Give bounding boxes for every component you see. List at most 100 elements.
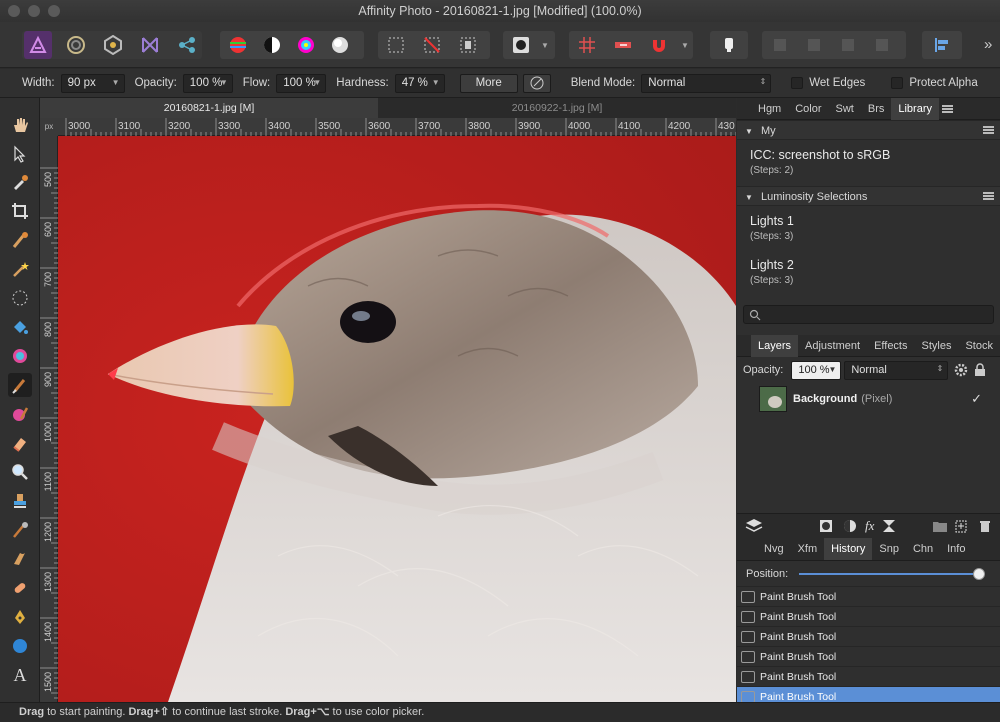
add-layer-icon[interactable]: [954, 519, 968, 533]
photo-persona-icon[interactable]: [24, 31, 52, 59]
color-wheel-brush-icon[interactable]: [8, 344, 32, 368]
layer-blend-select[interactable]: Normal ⇕: [844, 360, 949, 380]
tab-library[interactable]: Library: [891, 97, 939, 120]
tab-adjustment[interactable]: Adjustment: [798, 335, 867, 357]
clone-stamp-icon[interactable]: [8, 489, 32, 513]
color-picker-icon[interactable]: [8, 170, 32, 194]
history-entry[interactable]: Paint Brush Tool: [737, 607, 1000, 627]
tab-color[interactable]: Color: [788, 98, 828, 120]
auto-levels-icon[interactable]: [224, 31, 252, 59]
library-section-my[interactable]: ▼ My: [737, 120, 1000, 140]
paint-brush-icon[interactable]: [8, 373, 32, 397]
history-entry[interactable]: Paint Brush Tool: [737, 587, 1000, 607]
liquify-persona-icon[interactable]: [62, 31, 90, 59]
library-section-luminosity[interactable]: ▼ Luminosity Selections: [737, 186, 1000, 206]
layer-opacity-field[interactable]: 100 % ▼: [791, 360, 842, 380]
chevron-down-icon[interactable]: ▼: [541, 41, 549, 50]
fx-icon[interactable]: fx: [865, 518, 874, 534]
move-back-one-icon[interactable]: [800, 31, 828, 59]
flood-fill-icon[interactable]: [8, 315, 32, 339]
opacity-field[interactable]: 100 % ▼: [182, 73, 233, 93]
ellipse-shape-icon[interactable]: [8, 634, 32, 658]
minimize-window-button[interactable]: [28, 5, 40, 17]
zoom-window-button[interactable]: [48, 5, 60, 17]
toolbar-overflow-button[interactable]: »: [984, 36, 992, 53]
panel-menu-icon[interactable]: [939, 98, 959, 120]
quick-mask-icon[interactable]: [507, 31, 535, 59]
tab-info[interactable]: Info: [940, 538, 972, 560]
library-item[interactable]: Lights 1 (Steps: 3): [737, 206, 1000, 250]
tab-styles[interactable]: Styles: [915, 335, 959, 357]
dodge-brush-icon[interactable]: [8, 518, 32, 542]
document-canvas[interactable]: [58, 136, 736, 702]
healing-brush-icon[interactable]: [8, 547, 32, 571]
document-tab-2[interactable]: 20160922-1.jpg [M]: [378, 98, 736, 118]
width-field[interactable]: 90 px ▼: [60, 73, 125, 93]
lock-icon[interactable]: [974, 363, 986, 377]
trash-icon[interactable]: [978, 519, 992, 533]
tab-snapshots[interactable]: Snp: [872, 538, 906, 560]
history-entry[interactable]: Paint Brush Tool: [737, 627, 1000, 647]
pen-icon[interactable]: [8, 605, 32, 629]
flow-field[interactable]: 100 % ▼: [276, 73, 327, 93]
align-arrow-icon[interactable]: [609, 31, 637, 59]
adjustment-icon[interactable]: [843, 519, 857, 533]
marquee-icon[interactable]: [8, 286, 32, 310]
tab-layers[interactable]: Layers: [751, 334, 799, 357]
section-menu-icon[interactable]: [983, 192, 994, 200]
layer-visibility-check-icon[interactable]: ✓: [971, 391, 982, 407]
tone-mapping-persona-icon[interactable]: [136, 31, 164, 59]
tab-stock[interactable]: Stock: [958, 335, 1000, 357]
tab-transform[interactable]: Xfm: [791, 538, 825, 560]
hardness-field[interactable]: 47 % ▼: [394, 73, 445, 93]
auto-colors-icon[interactable]: [292, 31, 320, 59]
tab-swatches[interactable]: Swt: [829, 98, 861, 120]
chevron-down-icon[interactable]: ▼: [681, 41, 689, 50]
layer-row[interactable]: Background (Pixel) ✓: [737, 383, 1000, 415]
move-to-back-icon[interactable]: [766, 31, 794, 59]
color-replacement-icon[interactable]: [8, 402, 32, 426]
move-forward-one-icon[interactable]: [834, 31, 862, 59]
close-window-button[interactable]: [8, 5, 20, 17]
wet-edges-checkbox[interactable]: [791, 77, 804, 89]
history-entry[interactable]: Paint Brush Tool: [737, 647, 1000, 667]
assistant-icon[interactable]: [715, 31, 743, 59]
live-filter-icon[interactable]: [882, 519, 896, 533]
protect-alpha-checkbox[interactable]: [891, 77, 904, 89]
more-button[interactable]: More: [459, 73, 518, 93]
develop-persona-icon[interactable]: [99, 31, 127, 59]
layers-stack-icon[interactable]: [745, 518, 763, 534]
library-search-input[interactable]: [743, 305, 994, 324]
export-persona-icon[interactable]: [173, 31, 201, 59]
history-position-slider[interactable]: [799, 567, 986, 580]
alignment-icon[interactable]: [928, 31, 956, 59]
mask-icon[interactable]: [819, 519, 833, 533]
text-tool-icon[interactable]: A: [8, 663, 32, 687]
brush-nozzle-icon[interactable]: [522, 73, 551, 93]
auto-contrast-icon[interactable]: [258, 31, 286, 59]
patch-icon[interactable]: [8, 576, 32, 600]
crop-icon[interactable]: [8, 199, 32, 223]
library-item[interactable]: ICC: screenshot to sRGB (Steps: 2): [737, 140, 1000, 186]
tab-navigator[interactable]: Nvg: [757, 538, 791, 560]
library-item[interactable]: Lights 2 (Steps: 3): [737, 250, 1000, 302]
magic-wand-icon[interactable]: [8, 257, 32, 281]
tab-channels[interactable]: Chn: [906, 538, 940, 560]
gear-icon[interactable]: [954, 363, 968, 377]
slider-knob[interactable]: [973, 567, 986, 580]
history-entry[interactable]: Paint Brush Tool: [737, 667, 1000, 687]
blend-mode-select[interactable]: Normal ⇕: [641, 73, 772, 93]
eraser-icon[interactable]: [8, 431, 32, 455]
tab-brushes[interactable]: Brs: [861, 98, 892, 120]
tab-histogram[interactable]: Hgm: [751, 98, 788, 120]
tab-history[interactable]: History: [824, 537, 873, 560]
move-to-front-icon[interactable]: [868, 31, 896, 59]
document-tab-1[interactable]: 20160821-1.jpg [M]: [40, 98, 378, 118]
zoom-icon[interactable]: [8, 460, 32, 484]
section-menu-icon[interactable]: [983, 126, 994, 134]
view-hand-icon[interactable]: [8, 113, 32, 137]
folder-icon[interactable]: [932, 519, 948, 533]
select-all-icon[interactable]: [382, 31, 410, 59]
auto-white-balance-icon[interactable]: [326, 31, 354, 59]
move-arrow-icon[interactable]: [8, 142, 32, 166]
